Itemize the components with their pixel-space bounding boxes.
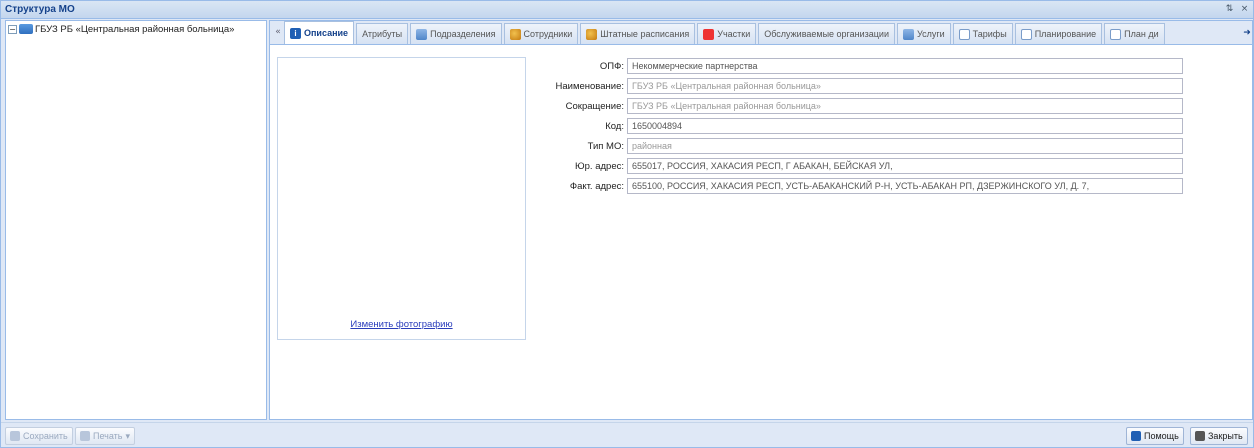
collapse-icon[interactable]: − [8,24,17,34]
tab-tariffs[interactable]: Тарифы [952,23,1013,44]
close-button[interactable]: Закрыть [1190,427,1248,445]
code-field[interactable]: 1650004894 [627,118,1183,134]
save-icon [10,431,20,441]
print-icon [80,431,90,441]
tab-departments[interactable]: Подразделения [410,23,502,44]
tab-scroll-left-button[interactable]: « [272,22,284,44]
help-icon [1131,431,1141,441]
bottom-toolbar: Сохранить Печать ▾ Помощь Закрыть [1,422,1253,447]
tab-label: Тарифы [972,29,1007,39]
code-row: Код: 1650004894 [532,117,1183,135]
legal-address-row: Юр. адрес: 655017, РОССИЯ, ХАКАСИЯ РЕСП,… [532,157,1183,175]
tab-services[interactable]: Услуги [896,23,951,44]
doc-icon [958,28,970,40]
type-field[interactable]: районная [627,138,1183,154]
tab-staff-schedules[interactable]: Штатные расписания [580,23,696,44]
tab-served-organizations[interactable]: Обслуживаемые организации [758,23,895,44]
tab-plan-di[interactable]: План ди [1104,23,1165,44]
close-circle-icon [1195,431,1205,441]
tab-label: Сотрудники [523,29,573,39]
doc-icon [1020,28,1032,40]
restore-icon[interactable]: ⇅ [1223,3,1236,16]
org-tree-panel: − ГБУЗ РБ «Центральная районная больница… [5,20,267,420]
short-name-row: Сокращение: ГБУЗ РБ «Центральная районна… [532,97,1183,115]
opf-label: ОПФ: [599,60,624,72]
chevron-down-icon: ▾ [125,430,131,441]
tab-label: Обслуживаемые организации [764,29,889,39]
tab-label: Участки [717,29,751,39]
tab-label: Планирование [1034,29,1097,39]
tab-planning[interactable]: Планирование [1014,23,1103,44]
actual-address-row: Факт. адрес: 655100, РОССИЯ, ХАКАСИЯ РЕС… [532,177,1183,195]
actual-address-label: Факт. адрес: [569,180,624,192]
tab-strip: « i Описание Атрибуты Подразделения Сотр… [270,21,1252,45]
tab-attributes[interactable]: Атрибуты [356,23,409,44]
tab-areas[interactable]: Участки [697,23,757,44]
print-button-label: Печать [93,431,123,441]
details-panel: « i Описание Атрибуты Подразделения Сотр… [269,20,1253,420]
opf-field[interactable]: Некоммерческие партнерства [627,58,1183,74]
tab-label: Атрибуты [362,29,403,39]
print-button[interactable]: Печать ▾ [75,427,136,445]
tab-label: Услуги [916,29,945,39]
info-icon: i [290,27,301,39]
tree-node-label[interactable]: ГБУЗ РБ «Центральная районная больница» [35,24,234,35]
tree-node-root[interactable]: − ГБУЗ РБ «Центральная районная больница… [6,21,266,37]
tab-label: Подразделения [430,29,496,39]
legal-address-label: Юр. адрес: [575,160,624,172]
help-button-label: Помощь [1144,431,1179,441]
tab-label: Описание [304,28,349,38]
help-button[interactable]: Помощь [1126,427,1184,445]
tab-label: Штатные расписания [600,29,690,39]
legal-address-field[interactable]: 655017, РОССИЯ, ХАКАСИЯ РЕСП, Г АБАКАН, … [627,158,1183,174]
code-label: Код: [605,120,624,132]
change-photo-link[interactable]: Изменить фотографию [278,319,525,330]
type-label: Тип МО: [587,140,624,152]
grid-icon [416,28,428,40]
service-icon [902,28,914,40]
close-button-label: Закрыть [1208,431,1243,441]
people-icon [586,28,598,40]
save-button[interactable]: Сохранить [5,427,73,445]
short-name-field[interactable]: ГБУЗ РБ «Центральная районная больница» [627,98,1183,114]
type-row: Тип МО: районная [532,137,1183,155]
structure-window: Структура МО ⇅ × − ГБУЗ РБ «Центральная … [0,0,1254,448]
people-icon [509,28,521,40]
tab-employees[interactable]: Сотрудники [503,23,579,44]
pin-icon [703,28,715,40]
save-button-label: Сохранить [23,431,68,441]
window-title: Структура МО [5,4,75,15]
name-row: Наименование: ГБУЗ РБ «Центральная район… [532,77,1183,95]
short-name-label: Сокращение: [565,100,624,112]
close-icon[interactable]: × [1238,3,1251,16]
tab-description[interactable]: i Описание [284,21,355,44]
opf-row: ОПФ: Некоммерческие партнерства [532,57,1183,75]
tab-label: План ди [1124,29,1159,39]
name-field[interactable]: ГБУЗ РБ «Центральная районная больница» [627,78,1183,94]
actual-address-field[interactable]: 655100, РОССИЯ, ХАКАСИЯ РЕСП, УСТЬ-АБАКА… [627,178,1183,194]
photo-panel: Изменить фотографию [277,57,526,340]
tab-scroll-right-button[interactable]: ➜ [1242,25,1252,43]
doc-icon [1110,28,1122,40]
window-titlebar: Структура МО ⇅ × [1,1,1253,19]
folder-icon [19,24,33,34]
name-label: Наименование: [555,80,625,92]
